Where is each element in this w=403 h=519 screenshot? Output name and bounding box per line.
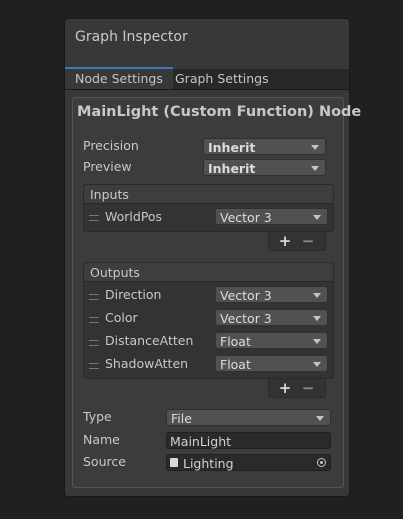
drag-handle-icon[interactable]	[89, 340, 99, 346]
name-field[interactable]: MainLight	[166, 432, 331, 449]
output-type-value: Float	[220, 334, 251, 349]
outputs-add-remove-bar: + −	[268, 379, 326, 398]
chevron-down-icon	[313, 362, 321, 367]
precision-label: Precision	[83, 138, 139, 153]
precision-value: Inherit	[208, 140, 256, 155]
inputs-header-label: Inputs	[90, 187, 129, 202]
chevron-down-icon	[313, 316, 321, 321]
output-name: ShadowAtten	[105, 356, 189, 371]
output-type-dropdown[interactable]: Vector 3	[215, 309, 328, 326]
inputs-section: Inputs WorldPos Vector 3	[83, 184, 334, 232]
preview-value: Inherit	[208, 161, 256, 176]
input-type-dropdown[interactable]: Vector 3	[215, 208, 328, 225]
tab-graph-settings[interactable]: Graph Settings	[165, 69, 279, 89]
output-type-value: Vector 3	[220, 288, 272, 303]
name-label: Name	[83, 432, 120, 447]
source-object-field[interactable]: Lighting	[166, 454, 331, 471]
tab-node-settings[interactable]: Node Settings	[65, 67, 173, 89]
drag-handle-icon[interactable]	[89, 317, 99, 323]
graph-inspector-panel: Graph Inspector Node Settings Graph Sett…	[64, 18, 361, 497]
output-type-value: Vector 3	[220, 311, 272, 326]
output-name: Color	[105, 310, 138, 325]
tab-bar: Node Settings Graph Settings	[65, 67, 349, 90]
output-type-dropdown[interactable]: Float	[215, 355, 328, 372]
file-icon	[170, 458, 178, 467]
type-label: Type	[83, 409, 112, 424]
input-type-value: Vector 3	[220, 210, 272, 225]
chevron-down-icon	[311, 166, 319, 171]
drag-handle-icon[interactable]	[89, 294, 99, 300]
object-picker-icon[interactable]	[317, 458, 326, 467]
output-name: Direction	[105, 287, 162, 302]
inputs-header: Inputs	[84, 185, 333, 204]
source-label: Source	[83, 454, 126, 469]
chevron-down-icon	[313, 215, 321, 220]
output-type-dropdown[interactable]: Float	[215, 332, 328, 349]
add-input-button[interactable]: +	[274, 232, 296, 250]
remove-input-button[interactable]: −	[297, 232, 319, 250]
drag-handle-icon[interactable]	[89, 215, 99, 221]
type-value: File	[171, 411, 192, 426]
output-name: DistanceAtten	[105, 333, 194, 348]
outputs-header: Outputs	[84, 263, 333, 282]
node-title: MainLight (Custom Function) Node	[77, 104, 362, 120]
outputs-section: Outputs Direction Vector 3 Color Vector …	[83, 262, 334, 379]
input-name: WorldPos	[105, 209, 163, 224]
inputs-add-remove-bar: + −	[268, 232, 326, 251]
remove-output-button[interactable]: −	[297, 379, 319, 397]
node-settings-content: MainLight (Custom Function) Node Precisi…	[72, 97, 361, 488]
outputs-header-label: Outputs	[90, 265, 140, 280]
preview-label: Preview	[83, 159, 132, 174]
panel-title: Graph Inspector	[75, 29, 188, 45]
chevron-down-icon	[313, 339, 321, 344]
preview-dropdown[interactable]: Inherit	[203, 159, 326, 176]
source-value: Lighting	[183, 456, 234, 471]
add-output-button[interactable]: +	[274, 379, 296, 397]
output-type-value: Float	[220, 357, 251, 372]
chevron-down-icon	[316, 416, 324, 421]
drag-handle-icon[interactable]	[89, 363, 99, 369]
type-dropdown[interactable]: File	[166, 409, 331, 426]
precision-dropdown[interactable]: Inherit	[203, 138, 326, 155]
chevron-down-icon	[313, 293, 321, 298]
chevron-down-icon	[311, 145, 319, 150]
output-type-dropdown[interactable]: Vector 3	[215, 286, 328, 303]
